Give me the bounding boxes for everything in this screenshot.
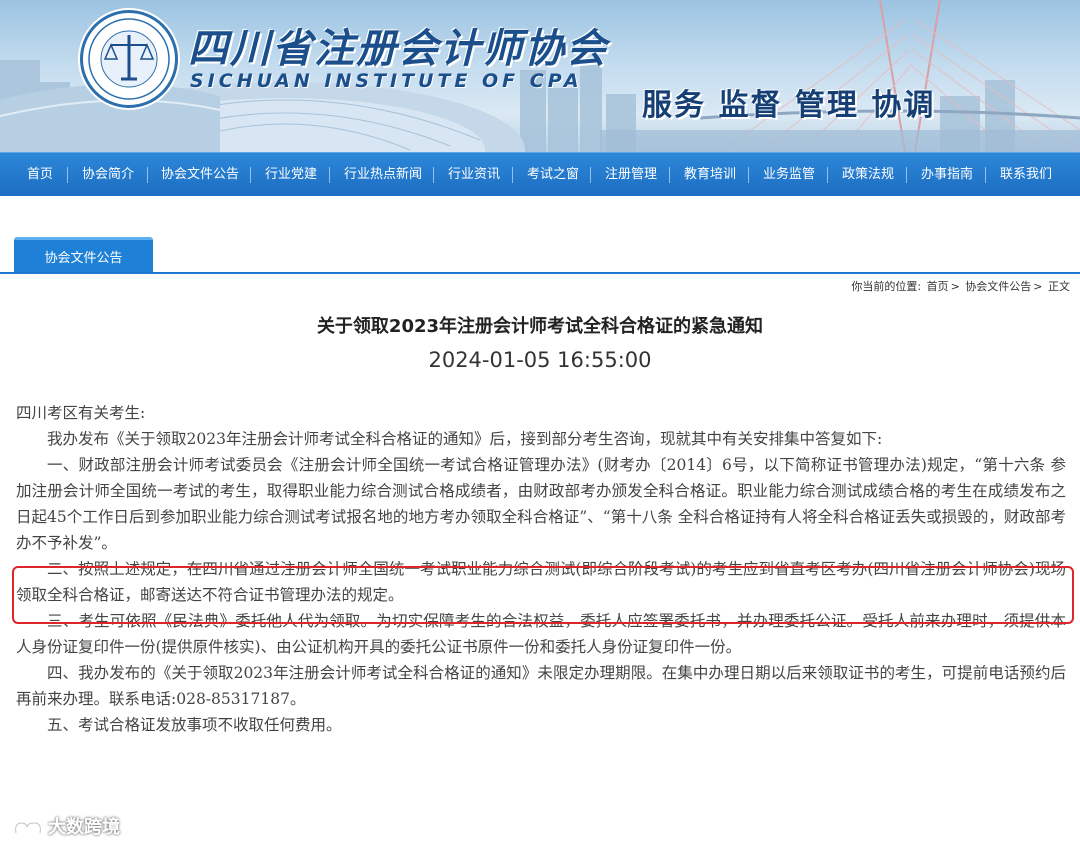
nav-item-about[interactable]: 协会简介 (82, 153, 134, 196)
article-paragraph: 一、财政部注册会计师考试委员会《注册会计师全国统一考试合格证管理办法》(财考办〔… (16, 456, 1066, 552)
nav-divider (985, 167, 986, 183)
nav-divider (433, 167, 434, 183)
article-paragraph: 五、考试合格证发放事项不收取任何费用。 (47, 716, 342, 734)
nav-divider (669, 167, 670, 183)
article-datetime: 2024-01-05 16:55:00 (428, 348, 652, 372)
nav-item-service-guide[interactable]: 办事指南 (921, 153, 973, 196)
site-slogan: 服务 监督 管理 协调 (642, 88, 936, 123)
tab-underline-divider (0, 272, 1080, 274)
nav-item-industry-info[interactable]: 行业资讯 (448, 153, 500, 196)
institute-seal-logo[interactable] (80, 10, 178, 108)
breadcrumb-separator: > (950, 280, 960, 293)
article-paragraph: 我办发布《关于领取2023年注册会计师考试全科合格证的通知》后，接到部分考生咨询… (47, 430, 883, 448)
nav-item-policies[interactable]: 政策法规 (842, 153, 894, 196)
section-tab-announcements[interactable]: 协会文件公告 (14, 237, 153, 274)
site-banner: 四川省注册会计师协会 SICHUAN INSTITUTE OF CPA 服务 监… (0, 0, 1080, 152)
article-paragraph: 四、我办发布的《关于领取2023年注册会计师考试全科合格证的通知》未限定办理期限… (16, 664, 1066, 708)
nav-item-contact[interactable]: 联系我们 (1000, 153, 1052, 196)
nav-item-registration[interactable]: 注册管理 (605, 153, 657, 196)
nav-divider (590, 167, 591, 183)
scales-of-justice-icon (88, 18, 170, 100)
nav-item-party-building[interactable]: 行业党建 (265, 153, 317, 196)
breadcrumb-current: 正文 (1048, 280, 1070, 293)
nav-item-training[interactable]: 教育培训 (684, 153, 736, 196)
nav-item-supervision[interactable]: 业务监管 (763, 153, 815, 196)
article-title: 关于领取2023年注册会计师考试全科合格证的紧急通知 (316, 316, 764, 337)
nav-item-exam-window[interactable]: 考试之窗 (527, 153, 579, 196)
breadcrumb-section-link[interactable]: 协会文件公告 (965, 280, 1031, 293)
nav-divider (147, 167, 148, 183)
breadcrumb: 你当前的位置: 首页 > 协会文件公告 > 正文 (851, 278, 1072, 294)
breadcrumb-separator: > (1033, 280, 1043, 293)
watermark: 大数跨境 (12, 813, 120, 839)
nav-divider (512, 167, 513, 183)
article-salutation: 四川考区有关考生: (16, 404, 146, 422)
nav-divider (906, 167, 907, 183)
nav-divider (748, 167, 749, 183)
nav-item-home[interactable]: 首页 (27, 153, 53, 196)
watermark-text: 大数跨境 (48, 817, 120, 838)
main-navigation: 首页 协会简介 协会文件公告 行业党建 行业热点新闻 行业资讯 考试之窗 注册管… (0, 152, 1080, 196)
nav-item-hot-news[interactable]: 行业热点新闻 (344, 153, 422, 196)
breadcrumb-prefix: 你当前的位置: (851, 280, 922, 293)
nav-divider (67, 167, 68, 183)
red-highlight-box (12, 566, 1074, 624)
org-name-english: SICHUAN INSTITUTE OF CPA (190, 70, 583, 92)
org-name-chinese: 四川省注册会计师协会 (188, 25, 608, 72)
nav-item-announcements[interactable]: 协会文件公告 (161, 153, 239, 196)
watermark-logo-icon (14, 821, 42, 834)
nav-divider (250, 167, 251, 183)
nav-divider (827, 167, 828, 183)
breadcrumb-home-link[interactable]: 首页 (927, 280, 949, 293)
nav-divider (329, 167, 330, 183)
